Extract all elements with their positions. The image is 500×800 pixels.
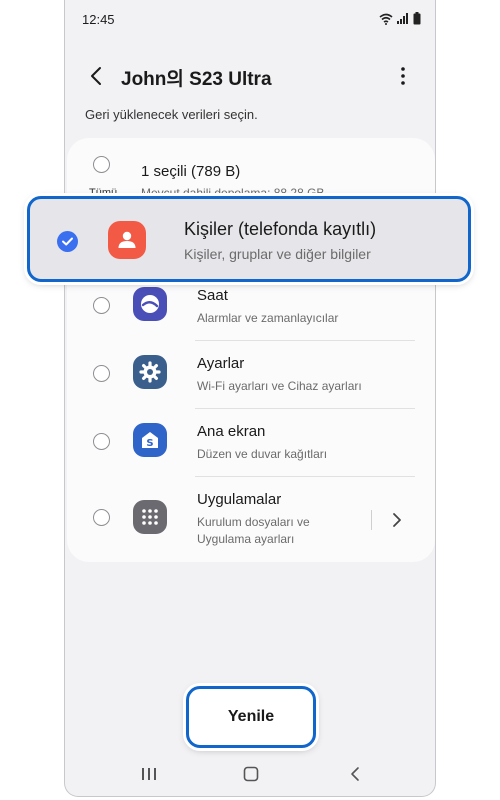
back-icon bbox=[351, 767, 359, 781]
item-checkbox[interactable] bbox=[93, 297, 110, 314]
list-item-ana-ekran[interactable]: S Ana ekran Düzen ve duvar kağıtları bbox=[67, 411, 435, 479]
more-vertical-icon bbox=[401, 67, 405, 85]
item-subtitle: Düzen ve duvar kağıtları bbox=[197, 447, 328, 461]
status-bar: 12:45 bbox=[65, 0, 435, 38]
item-subtitle: Kişiler, gruplar ve diğer bilgiler bbox=[184, 246, 371, 262]
signal-icon bbox=[397, 13, 408, 24]
select-all-row[interactable]: Tümü 1 seçili (789 B) Mevcut dahili depo… bbox=[67, 148, 435, 200]
back-button[interactable] bbox=[85, 62, 109, 90]
divider bbox=[195, 408, 415, 409]
more-options-button[interactable] bbox=[393, 64, 413, 88]
divider bbox=[195, 476, 415, 477]
home-screen-icon: S bbox=[133, 423, 167, 457]
instruction-text: Geri yüklenecek verileri seçin. bbox=[85, 107, 258, 122]
select-all-checkbox[interactable] bbox=[93, 156, 110, 173]
recents-button[interactable] bbox=[137, 764, 161, 784]
list-item-saat[interactable]: Saat Alarmlar ve zamanlayıcılar bbox=[67, 275, 435, 343]
status-time: 12:45 bbox=[82, 12, 115, 27]
item-checkbox[interactable] bbox=[93, 365, 110, 382]
status-icons bbox=[379, 12, 421, 25]
item-subtitle: Alarmlar ve zamanlayıcılar bbox=[197, 311, 339, 325]
list-item-uygulamalar[interactable]: Uygulamalar Kurulum dosyaları ve Uygulam… bbox=[67, 479, 435, 559]
refresh-button[interactable]: Yenile bbox=[186, 686, 316, 748]
item-title: Kişiler (telefonda kayıtlı) bbox=[184, 219, 377, 239]
navigation-bar bbox=[65, 758, 437, 792]
home-icon bbox=[243, 766, 259, 782]
apps-grid-icon bbox=[133, 500, 167, 534]
item-checkbox[interactable] bbox=[93, 509, 110, 526]
list-item-kisiler[interactable]: Kişiler (telefonda kayıtlı) Kişiler, gru… bbox=[27, 196, 471, 282]
recents-icon bbox=[142, 768, 156, 780]
divider bbox=[195, 340, 415, 341]
gear-icon bbox=[133, 355, 167, 389]
chevron-right-icon bbox=[393, 513, 401, 527]
item-title: Ayarlar bbox=[197, 355, 245, 372]
wifi-icon bbox=[379, 13, 393, 25]
item-title: Saat bbox=[197, 287, 228, 304]
chevron-left-icon bbox=[91, 67, 101, 85]
list-item-ayarlar[interactable]: Ayarlar Wi-Fi ayarları ve Cihaz ayarları bbox=[67, 343, 435, 411]
item-checkbox[interactable] bbox=[93, 433, 110, 450]
home-button[interactable] bbox=[239, 764, 263, 784]
nav-back-button[interactable] bbox=[343, 764, 367, 784]
expand-apps-button[interactable] bbox=[387, 509, 407, 531]
svg-text:S: S bbox=[146, 438, 153, 449]
item-subtitle: Kurulum dosyaları ve Uygulama ayarları bbox=[197, 515, 310, 546]
contact-icon bbox=[108, 221, 146, 259]
item-subtitle: Wi-Fi ayarları ve Cihaz ayarları bbox=[197, 379, 362, 393]
divider bbox=[371, 510, 372, 530]
item-title: Ana ekran bbox=[197, 423, 266, 440]
phone-frame: 12:45 John의 S23 Ultra Geri yüklenecek ve… bbox=[64, 0, 436, 797]
page-title: John의 S23 Ultra bbox=[121, 69, 272, 90]
item-title: Uygulamalar bbox=[197, 491, 282, 508]
battery-icon bbox=[413, 12, 421, 25]
clock-icon bbox=[133, 287, 167, 321]
item-checkbox-checked[interactable] bbox=[57, 231, 78, 252]
selection-count: 1 seçili (789 B) bbox=[141, 163, 241, 180]
checkmark-icon bbox=[62, 237, 73, 246]
header: John의 S23 Ultra bbox=[65, 56, 435, 96]
